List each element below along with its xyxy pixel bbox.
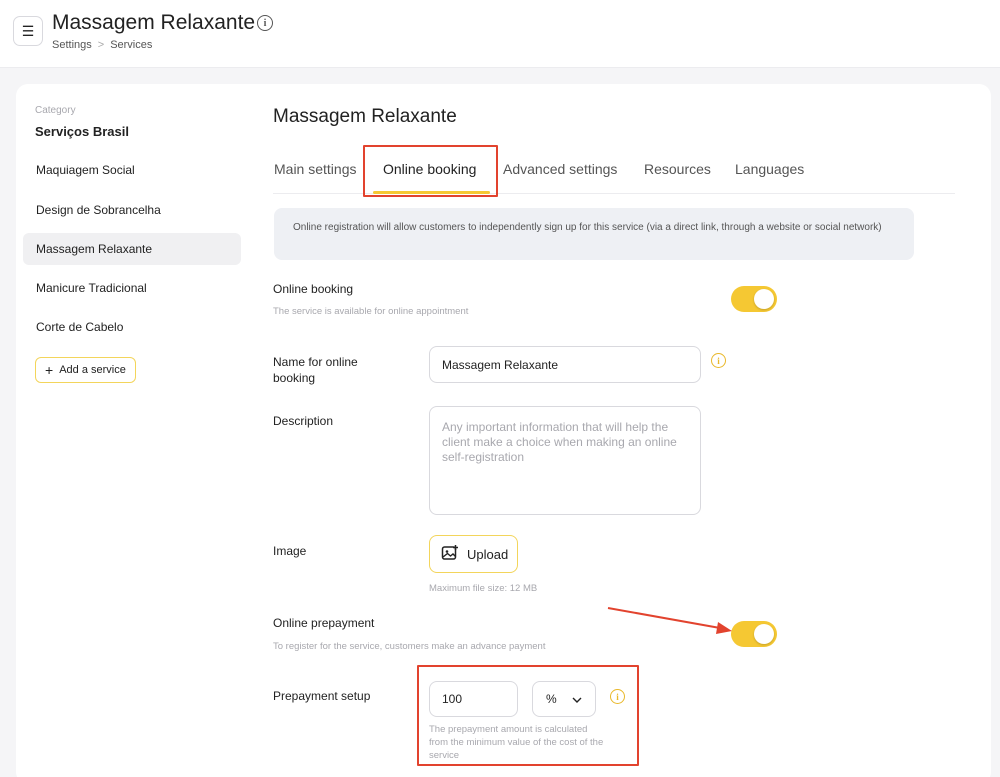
online-booking-hint: The service is available for online appo… (273, 306, 469, 317)
sidebar-item-maquiagem-social[interactable]: Maquiagem Social (23, 154, 241, 186)
service-title: Massagem Relaxante (273, 106, 457, 127)
page-title: Massagem Relaxante (52, 11, 256, 34)
hamburger-icon: ☰ (21, 22, 35, 39)
add-service-label: Add a service (59, 364, 126, 376)
online-booking-toggle[interactable] (731, 286, 777, 312)
breadcrumb-services[interactable]: Services (110, 39, 152, 51)
category-label: Category (35, 105, 76, 116)
image-label: Image (273, 544, 307, 558)
annotation-arrow (607, 607, 732, 634)
info-banner: Online registration will allow customers… (274, 208, 914, 260)
description-label: Description (273, 414, 334, 428)
tab-main-settings[interactable]: Main settings (274, 161, 356, 177)
description-textarea[interactable]: Any important information that will help… (429, 406, 701, 515)
name-label: Name for online booking (273, 355, 358, 385)
plus-icon: + (45, 362, 54, 378)
annotation-box-tab (363, 145, 498, 197)
prepayment-toggle[interactable] (731, 621, 777, 647)
prepayment-setup-label: Prepayment setup (273, 689, 371, 703)
online-booking-label: Online booking (273, 282, 354, 296)
top-bar: ☰ Massagem Relaxante i Settings > Servic… (0, 0, 1000, 68)
prepayment-hint: To register for the service, customers m… (273, 641, 546, 652)
image-upload-icon (441, 544, 459, 565)
chevron-right-icon: > (97, 39, 105, 51)
tab-advanced-settings[interactable]: Advanced settings (503, 161, 617, 177)
tab-resources[interactable]: Resources (644, 161, 711, 177)
name-info-icon[interactable]: i (711, 353, 726, 368)
category-name: Serviços Brasil (35, 124, 129, 139)
name-input[interactable]: Massagem Relaxante (429, 346, 701, 383)
sidebar-item-manicure-tradicional[interactable]: Manicure Tradicional (23, 272, 241, 304)
prepayment-label: Online prepayment (273, 616, 375, 630)
upload-button[interactable]: Upload (429, 535, 518, 573)
upload-label: Upload (467, 546, 509, 562)
menu-button[interactable]: ☰ (13, 16, 43, 46)
tab-languages[interactable]: Languages (735, 161, 804, 177)
toggle-knob (754, 624, 774, 644)
breadcrumb: Settings > Services (52, 39, 152, 51)
info-icon[interactable]: i (257, 15, 273, 31)
image-hint: Maximum file size: 12 MB (429, 583, 538, 594)
sidebar-item-design-de-sobrancelha[interactable]: Design de Sobrancelha (23, 194, 241, 226)
breadcrumb-settings[interactable]: Settings (52, 39, 92, 51)
sidebar-item-corte-de-cabelo[interactable]: Corte de Cabelo (23, 311, 241, 343)
add-service-button[interactable]: + Add a service (35, 357, 136, 383)
toggle-knob (754, 289, 774, 309)
annotation-box-prepayment (417, 665, 639, 766)
sidebar-item-massagem-relaxante[interactable]: Massagem Relaxante (23, 233, 241, 265)
